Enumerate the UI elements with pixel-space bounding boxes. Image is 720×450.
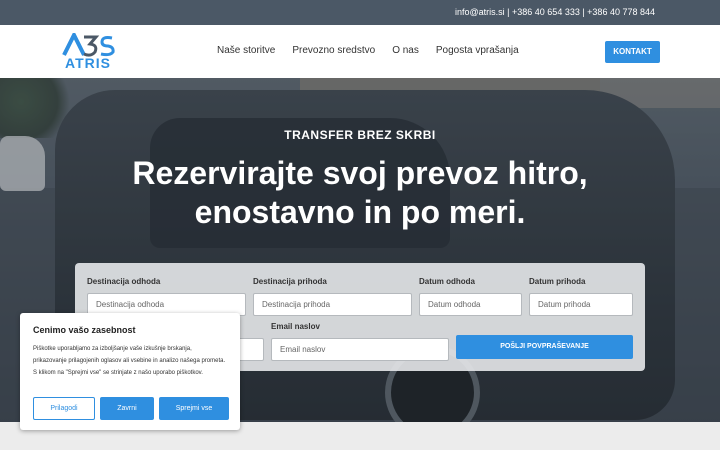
logo[interactable]: ATRIS <box>60 30 116 71</box>
field-arrival-date: Datum prihoda Datum prihoda <box>529 277 633 316</box>
submit-inquiry-button[interactable]: POŠLJI POVPRAŠEVANJE <box>456 335 633 359</box>
field-label: Email naslov <box>271 322 320 331</box>
hero-title-line-2: enostavno in po meri. <box>194 194 526 230</box>
main-nav: Naše storitve Prevozno sredstvo O nas Po… <box>217 45 519 56</box>
site-header: ATRIS Naše storitve Prevozno sredstvo O … <box>0 25 720 78</box>
hero-title: Rezervirajte svoj prevoz hitro, enostavn… <box>0 154 720 232</box>
cookie-title: Cenimo vašo zasebnost <box>33 325 136 335</box>
nav-item-services[interactable]: Naše storitve <box>217 45 275 56</box>
field-email: Email naslov Email naslov <box>271 322 449 361</box>
hero-title-line-1: Rezervirajte svoj prevoz hitro, <box>132 155 588 191</box>
field-label: Datum prihoda <box>529 277 586 286</box>
field-label: Destinacija odhoda <box>87 277 161 286</box>
contact-button[interactable]: KONTAKT <box>605 41 660 63</box>
nav-item-about[interactable]: O nas <box>392 45 419 56</box>
customize-button[interactable]: Prilagodi <box>33 397 95 420</box>
reject-button[interactable]: Zavrni <box>100 397 154 420</box>
cookie-text: Piškotke uporabljamo za izboljšanje vaše… <box>33 346 226 376</box>
cookie-buttons: Prilagodi Zavrni Sprejmi vse <box>33 397 229 420</box>
accept-all-button[interactable]: Sprejmi vse <box>159 397 229 420</box>
field-departure-date: Datum odhoda Datum odhoda <box>419 277 522 316</box>
email-input[interactable]: Email naslov <box>271 338 449 361</box>
field-label: Datum odhoda <box>419 277 475 286</box>
hero-subtitle: TRANSFER BREZ SKRBI <box>284 128 436 142</box>
cookie-consent-banner: Cenimo vašo zasebnost Piškotke uporablja… <box>20 313 240 430</box>
arrival-date-input[interactable]: Datum prihoda <box>529 293 633 316</box>
field-departure: Destinacija odhoda Destinacija odhoda <box>87 277 246 316</box>
arrival-input[interactable]: Destinacija prihoda <box>253 293 412 316</box>
nav-item-vehicle[interactable]: Prevozno sredstvo <box>292 45 375 56</box>
field-arrival: Destinacija prihoda Destinacija prihoda <box>253 277 412 316</box>
nav-item-faq[interactable]: Pogosta vprašanja <box>436 45 519 56</box>
field-label: Destinacija prihoda <box>253 277 327 286</box>
logo-mark-icon <box>62 30 115 57</box>
departure-date-input[interactable]: Datum odhoda <box>419 293 522 316</box>
contact-info[interactable]: info@atris.si | +386 40 654 333 | +386 4… <box>455 7 655 17</box>
top-bar: info@atris.si | +386 40 654 333 | +386 4… <box>0 0 720 25</box>
logo-text: ATRIS <box>65 55 111 71</box>
